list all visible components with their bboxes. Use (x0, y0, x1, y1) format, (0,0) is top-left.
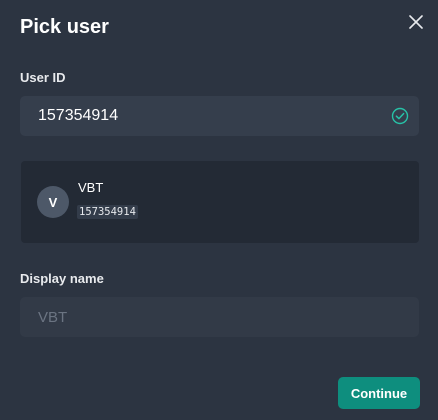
display-name-field-container (20, 297, 419, 337)
pick-user-dialog: Pick user User ID V VBT 157354914 Displa… (0, 0, 438, 420)
avatar: V (37, 186, 69, 218)
display-name-label: Display name (20, 271, 104, 286)
check-circle-icon (391, 107, 409, 125)
user-id-badge: 157354914 (77, 205, 138, 219)
user-preview-card: V VBT 157354914 (21, 161, 419, 243)
dialog-title: Pick user (20, 16, 109, 38)
close-icon (409, 15, 423, 29)
user-display-name: VBT (78, 180, 104, 195)
close-button[interactable] (404, 10, 428, 34)
continue-button[interactable]: Continue (338, 377, 420, 409)
user-id-input[interactable] (20, 96, 419, 136)
user-id-field-container (20, 96, 419, 136)
display-name-input[interactable] (20, 297, 419, 337)
user-id-label: User ID (20, 70, 66, 85)
